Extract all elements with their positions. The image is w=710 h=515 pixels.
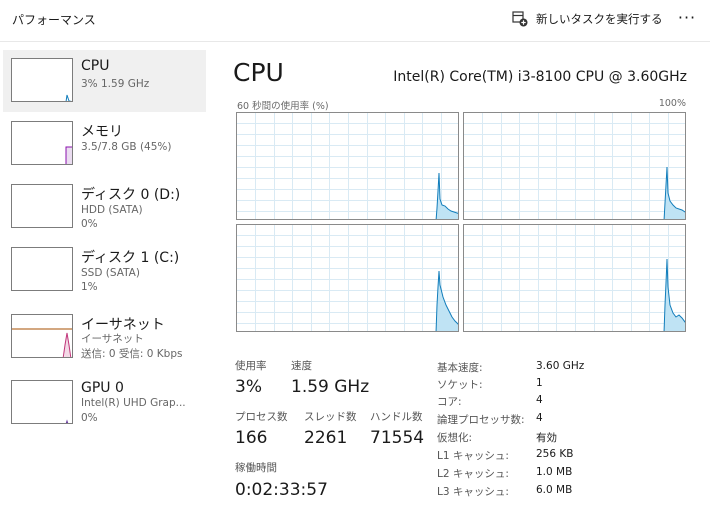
- sidebar-item-detail: HDD (SATA): [81, 204, 143, 216]
- cpu-thumbnail-graph: [11, 58, 73, 102]
- sidebar-item-detail: イーサネット: [81, 333, 144, 345]
- logical-processors-label: 論理プロセッサ数:: [437, 414, 525, 426]
- core-graph-3: [463, 224, 686, 332]
- threads-value: 2261: [304, 428, 348, 448]
- base-speed-label: 基本速度:: [437, 362, 483, 374]
- sidebar-item-label: メモリ: [81, 124, 123, 140]
- sidebar-item-detail: SSD (SATA): [81, 267, 140, 279]
- sidebar-item-ethernet[interactable]: イーサネット イーサネット 送信: 0 受信: 0 Kbps: [3, 306, 206, 368]
- core-graph-0: [236, 112, 459, 220]
- sidebar-item-usage: 0%: [81, 412, 98, 424]
- sidebar-item-label: ディスク 0 (D:): [81, 187, 181, 203]
- core-graph-2: [236, 224, 459, 332]
- l2-cache-label: L2 キャッシュ:: [437, 468, 509, 480]
- sockets-value: 1: [536, 377, 543, 389]
- cpu-model-name: Intel(R) Core(TM) i3-8100 CPU @ 3.60GHz: [393, 69, 687, 85]
- processes-label: プロセス数: [235, 411, 288, 423]
- utilization-value: 3%: [235, 377, 262, 397]
- gpu-thumbnail-graph: [11, 380, 73, 424]
- sidebar-item-detail: 3.5/7.8 GB (45%): [81, 141, 172, 153]
- sidebar-item-memory[interactable]: メモリ 3.5/7.8 GB (45%): [3, 113, 206, 175]
- threads-label: スレッド数: [304, 411, 357, 423]
- sidebar-item-throughput: 送信: 0 受信: 0 Kbps: [81, 348, 183, 360]
- virtualization-value: 有効: [536, 432, 557, 444]
- l3-cache-value: 6.0 MB: [536, 484, 573, 496]
- l1-cache-value: 256 KB: [536, 448, 574, 460]
- handles-label: ハンドル数: [370, 411, 423, 423]
- l3-cache-label: L3 キャッシュ:: [437, 486, 509, 498]
- sidebar-item-cpu[interactable]: CPU 3% 1.59 GHz: [3, 50, 206, 112]
- sidebar-item-gpu-0[interactable]: GPU 0 Intel(R) UHD Grap... 0%: [3, 372, 206, 434]
- utilization-label: 使用率: [235, 360, 267, 372]
- processes-value: 166: [235, 428, 268, 448]
- sidebar-item-usage: 0%: [81, 218, 98, 230]
- ethernet-thumbnail-graph: [11, 314, 73, 358]
- l2-cache-value: 1.0 MB: [536, 466, 573, 478]
- cores-value: 4: [536, 394, 543, 406]
- logical-processors-value: 4: [536, 412, 543, 424]
- handles-value: 71554: [370, 428, 425, 448]
- core-graph-1: [463, 112, 686, 220]
- sidebar-item-label: GPU 0: [81, 380, 124, 396]
- run-task-icon: [512, 11, 528, 27]
- speed-label: 速度: [291, 360, 312, 372]
- cores-label: コア:: [437, 396, 462, 408]
- sidebar-item-detail: Intel(R) UHD Grap...: [81, 397, 186, 409]
- more-options-icon[interactable]: ···: [676, 7, 698, 29]
- disk-0-thumbnail-graph: [11, 184, 73, 228]
- sidebar-item-label: ディスク 1 (C:): [81, 250, 180, 266]
- virtualization-label: 仮想化:: [437, 432, 473, 444]
- sidebar-item-disk-1[interactable]: ディスク 1 (C:) SSD (SATA) 1%: [3, 239, 206, 301]
- graph-axis-label: 60 秒間の使用率 (%): [237, 101, 329, 112]
- sidebar-item-disk-0[interactable]: ディスク 0 (D:) HDD (SATA) 0%: [3, 176, 206, 238]
- uptime-label: 稼働時間: [235, 462, 277, 474]
- speed-value: 1.59 GHz: [291, 377, 370, 397]
- sockets-label: ソケット:: [437, 379, 483, 391]
- uptime-value: 0:02:33:57: [235, 480, 328, 500]
- resource-title: CPU: [233, 58, 284, 87]
- page-title: パフォーマンス: [12, 13, 96, 27]
- sidebar-item-label: CPU: [81, 58, 110, 74]
- run-new-task-label: 新しいタスクを実行する: [536, 12, 663, 26]
- l1-cache-label: L1 キャッシュ:: [437, 450, 509, 462]
- sidebar-item-usage: 1%: [81, 281, 98, 293]
- disk-1-thumbnail-graph: [11, 247, 73, 291]
- run-new-task-button[interactable]: 新しいタスクを実行する: [512, 9, 663, 29]
- memory-thumbnail-graph: [11, 121, 73, 165]
- base-speed-value: 3.60 GHz: [536, 360, 585, 372]
- graph-max-label: 100%: [658, 98, 686, 109]
- sidebar-item-detail: 3% 1.59 GHz: [81, 78, 150, 90]
- title-bar: パフォーマンス 新しいタスクを実行する ···: [0, 0, 710, 42]
